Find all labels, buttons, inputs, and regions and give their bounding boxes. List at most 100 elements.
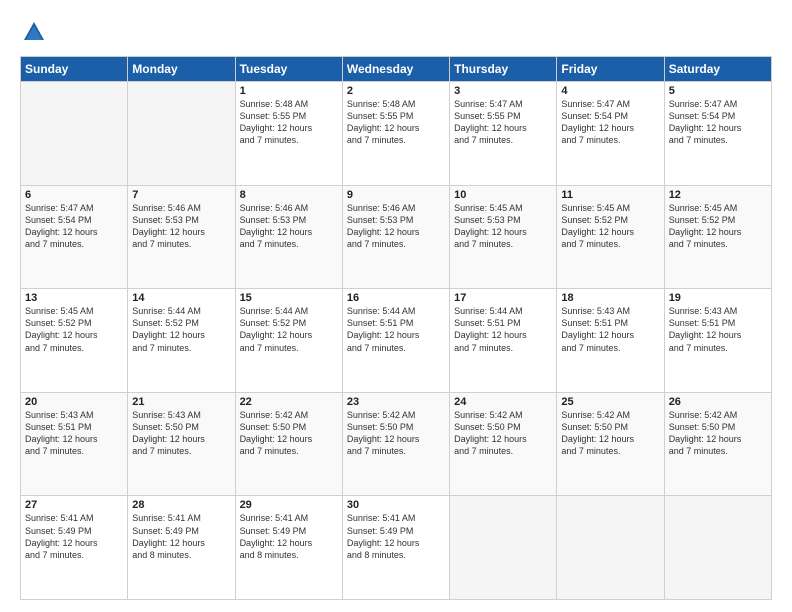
day-number: 1	[240, 85, 338, 97]
day-number: 5	[669, 85, 767, 97]
day-number: 28	[132, 499, 230, 511]
day-info: Sunrise: 5:47 AM Sunset: 5:54 PM Dayligh…	[25, 202, 123, 251]
day-info: Sunrise: 5:44 AM Sunset: 5:51 PM Dayligh…	[347, 305, 445, 354]
day-info: Sunrise: 5:47 AM Sunset: 5:54 PM Dayligh…	[669, 98, 767, 147]
day-info: Sunrise: 5:44 AM Sunset: 5:52 PM Dayligh…	[240, 305, 338, 354]
day-info: Sunrise: 5:42 AM Sunset: 5:50 PM Dayligh…	[561, 409, 659, 458]
day-info: Sunrise: 5:44 AM Sunset: 5:52 PM Dayligh…	[132, 305, 230, 354]
day-info: Sunrise: 5:42 AM Sunset: 5:50 PM Dayligh…	[454, 409, 552, 458]
calendar-cell: 12Sunrise: 5:45 AM Sunset: 5:52 PM Dayli…	[664, 185, 771, 289]
day-number: 11	[561, 189, 659, 201]
day-number: 21	[132, 396, 230, 408]
calendar-header-monday: Monday	[128, 57, 235, 82]
page: SundayMondayTuesdayWednesdayThursdayFrid…	[0, 0, 792, 612]
calendar-cell: 9Sunrise: 5:46 AM Sunset: 5:53 PM Daylig…	[342, 185, 449, 289]
day-info: Sunrise: 5:42 AM Sunset: 5:50 PM Dayligh…	[347, 409, 445, 458]
calendar-cell: 23Sunrise: 5:42 AM Sunset: 5:50 PM Dayli…	[342, 392, 449, 496]
calendar-header-sunday: Sunday	[21, 57, 128, 82]
day-number: 18	[561, 292, 659, 304]
day-number: 12	[669, 189, 767, 201]
calendar-cell: 22Sunrise: 5:42 AM Sunset: 5:50 PM Dayli…	[235, 392, 342, 496]
header	[20, 18, 772, 46]
calendar-cell: 3Sunrise: 5:47 AM Sunset: 5:55 PM Daylig…	[450, 82, 557, 186]
logo	[20, 18, 52, 46]
day-info: Sunrise: 5:46 AM Sunset: 5:53 PM Dayligh…	[240, 202, 338, 251]
day-number: 27	[25, 499, 123, 511]
calendar-cell: 28Sunrise: 5:41 AM Sunset: 5:49 PM Dayli…	[128, 496, 235, 600]
day-number: 9	[347, 189, 445, 201]
day-number: 6	[25, 189, 123, 201]
day-info: Sunrise: 5:43 AM Sunset: 5:51 PM Dayligh…	[561, 305, 659, 354]
calendar-cell: 16Sunrise: 5:44 AM Sunset: 5:51 PM Dayli…	[342, 289, 449, 393]
day-info: Sunrise: 5:42 AM Sunset: 5:50 PM Dayligh…	[669, 409, 767, 458]
calendar-cell: 10Sunrise: 5:45 AM Sunset: 5:53 PM Dayli…	[450, 185, 557, 289]
calendar-cell	[128, 82, 235, 186]
day-info: Sunrise: 5:41 AM Sunset: 5:49 PM Dayligh…	[347, 512, 445, 561]
calendar-cell: 15Sunrise: 5:44 AM Sunset: 5:52 PM Dayli…	[235, 289, 342, 393]
day-number: 17	[454, 292, 552, 304]
calendar-week-row: 1Sunrise: 5:48 AM Sunset: 5:55 PM Daylig…	[21, 82, 772, 186]
day-number: 2	[347, 85, 445, 97]
day-info: Sunrise: 5:47 AM Sunset: 5:54 PM Dayligh…	[561, 98, 659, 147]
day-info: Sunrise: 5:43 AM Sunset: 5:50 PM Dayligh…	[132, 409, 230, 458]
calendar-week-row: 20Sunrise: 5:43 AM Sunset: 5:51 PM Dayli…	[21, 392, 772, 496]
day-number: 14	[132, 292, 230, 304]
day-info: Sunrise: 5:48 AM Sunset: 5:55 PM Dayligh…	[347, 98, 445, 147]
day-number: 23	[347, 396, 445, 408]
calendar-cell: 6Sunrise: 5:47 AM Sunset: 5:54 PM Daylig…	[21, 185, 128, 289]
day-number: 20	[25, 396, 123, 408]
day-info: Sunrise: 5:43 AM Sunset: 5:51 PM Dayligh…	[25, 409, 123, 458]
day-number: 16	[347, 292, 445, 304]
calendar-cell: 14Sunrise: 5:44 AM Sunset: 5:52 PM Dayli…	[128, 289, 235, 393]
day-number: 26	[669, 396, 767, 408]
calendar-cell: 20Sunrise: 5:43 AM Sunset: 5:51 PM Dayli…	[21, 392, 128, 496]
calendar-cell: 29Sunrise: 5:41 AM Sunset: 5:49 PM Dayli…	[235, 496, 342, 600]
calendar-cell: 8Sunrise: 5:46 AM Sunset: 5:53 PM Daylig…	[235, 185, 342, 289]
day-info: Sunrise: 5:46 AM Sunset: 5:53 PM Dayligh…	[132, 202, 230, 251]
logo-icon	[20, 18, 48, 46]
day-number: 10	[454, 189, 552, 201]
day-info: Sunrise: 5:44 AM Sunset: 5:51 PM Dayligh…	[454, 305, 552, 354]
calendar-header-saturday: Saturday	[664, 57, 771, 82]
day-info: Sunrise: 5:45 AM Sunset: 5:53 PM Dayligh…	[454, 202, 552, 251]
day-number: 4	[561, 85, 659, 97]
calendar-week-row: 6Sunrise: 5:47 AM Sunset: 5:54 PM Daylig…	[21, 185, 772, 289]
calendar-cell: 26Sunrise: 5:42 AM Sunset: 5:50 PM Dayli…	[664, 392, 771, 496]
calendar-cell: 2Sunrise: 5:48 AM Sunset: 5:55 PM Daylig…	[342, 82, 449, 186]
calendar-cell: 24Sunrise: 5:42 AM Sunset: 5:50 PM Dayli…	[450, 392, 557, 496]
calendar-cell: 27Sunrise: 5:41 AM Sunset: 5:49 PM Dayli…	[21, 496, 128, 600]
day-info: Sunrise: 5:41 AM Sunset: 5:49 PM Dayligh…	[240, 512, 338, 561]
day-number: 24	[454, 396, 552, 408]
calendar-cell: 4Sunrise: 5:47 AM Sunset: 5:54 PM Daylig…	[557, 82, 664, 186]
day-info: Sunrise: 5:42 AM Sunset: 5:50 PM Dayligh…	[240, 409, 338, 458]
calendar-cell	[21, 82, 128, 186]
calendar-header-thursday: Thursday	[450, 57, 557, 82]
day-number: 15	[240, 292, 338, 304]
calendar-cell: 18Sunrise: 5:43 AM Sunset: 5:51 PM Dayli…	[557, 289, 664, 393]
calendar-cell	[557, 496, 664, 600]
day-number: 29	[240, 499, 338, 511]
calendar-cell: 1Sunrise: 5:48 AM Sunset: 5:55 PM Daylig…	[235, 82, 342, 186]
day-info: Sunrise: 5:47 AM Sunset: 5:55 PM Dayligh…	[454, 98, 552, 147]
day-info: Sunrise: 5:48 AM Sunset: 5:55 PM Dayligh…	[240, 98, 338, 147]
calendar-cell: 25Sunrise: 5:42 AM Sunset: 5:50 PM Dayli…	[557, 392, 664, 496]
calendar-cell: 21Sunrise: 5:43 AM Sunset: 5:50 PM Dayli…	[128, 392, 235, 496]
calendar-table: SundayMondayTuesdayWednesdayThursdayFrid…	[20, 56, 772, 600]
calendar-cell	[450, 496, 557, 600]
day-info: Sunrise: 5:45 AM Sunset: 5:52 PM Dayligh…	[25, 305, 123, 354]
day-number: 3	[454, 85, 552, 97]
day-info: Sunrise: 5:43 AM Sunset: 5:51 PM Dayligh…	[669, 305, 767, 354]
day-info: Sunrise: 5:45 AM Sunset: 5:52 PM Dayligh…	[561, 202, 659, 251]
day-number: 8	[240, 189, 338, 201]
day-number: 25	[561, 396, 659, 408]
calendar-cell: 13Sunrise: 5:45 AM Sunset: 5:52 PM Dayli…	[21, 289, 128, 393]
calendar-cell: 30Sunrise: 5:41 AM Sunset: 5:49 PM Dayli…	[342, 496, 449, 600]
calendar-header-wednesday: Wednesday	[342, 57, 449, 82]
day-info: Sunrise: 5:41 AM Sunset: 5:49 PM Dayligh…	[132, 512, 230, 561]
calendar-cell	[664, 496, 771, 600]
calendar-cell: 5Sunrise: 5:47 AM Sunset: 5:54 PM Daylig…	[664, 82, 771, 186]
day-info: Sunrise: 5:46 AM Sunset: 5:53 PM Dayligh…	[347, 202, 445, 251]
calendar-cell: 7Sunrise: 5:46 AM Sunset: 5:53 PM Daylig…	[128, 185, 235, 289]
day-info: Sunrise: 5:45 AM Sunset: 5:52 PM Dayligh…	[669, 202, 767, 251]
calendar-header-tuesday: Tuesday	[235, 57, 342, 82]
